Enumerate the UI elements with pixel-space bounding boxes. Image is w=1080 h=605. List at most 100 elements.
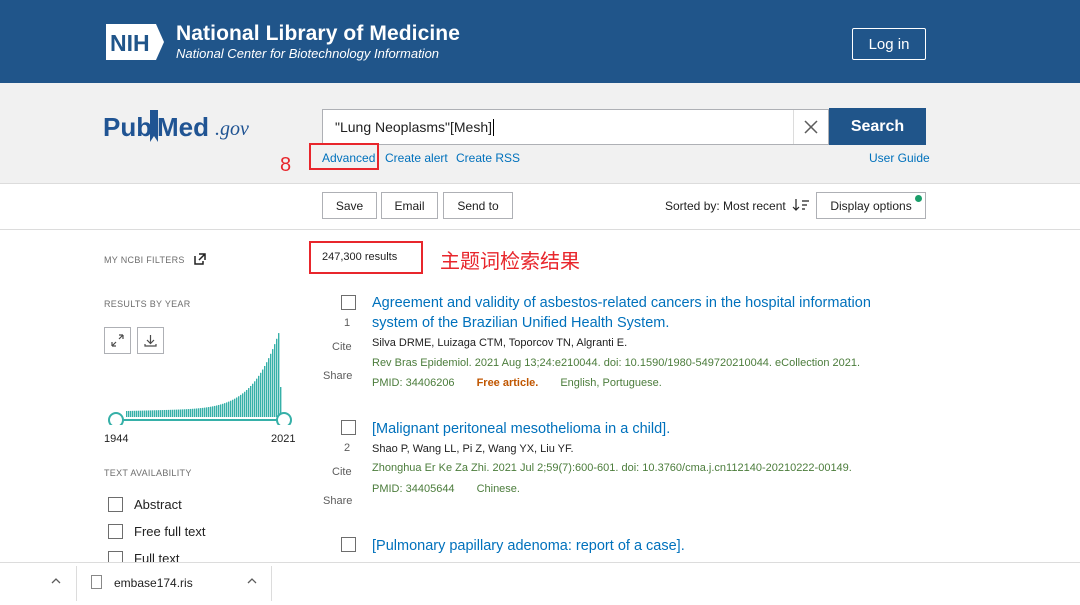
timeline-start-handle[interactable] [108,412,124,425]
histogram-bar [178,409,180,417]
search-input[interactable]: "Lung Neoplasms"[Mesh] [322,109,829,145]
create-rss-link[interactable]: Create RSS [456,151,520,165]
histogram-bar [240,394,242,417]
histogram-bar [230,400,232,417]
histogram-bar [180,409,182,417]
advanced-highlight-box [309,143,379,170]
result-2-share-button[interactable]: Share [323,495,352,507]
histogram-bar [144,410,146,417]
filter-label: Free full text [134,524,206,539]
histogram-bar [218,404,220,417]
histogram-bar [242,393,244,417]
login-button[interactable]: Log in [852,28,926,60]
result-1-meta: PMID: 34406206 Free article. English, Po… [372,377,662,389]
pubmed-logo-med: Med [157,112,209,142]
result-3-checkbox[interactable] [341,537,356,552]
create-alert-link[interactable]: Create alert [385,151,448,165]
histogram-bar [128,410,130,417]
histogram-bar [136,410,138,417]
histogram-bars [126,333,282,417]
result-2-checkbox[interactable] [341,420,356,435]
result-3-title[interactable]: [Pulmonary papillary adenoma: report of … [372,536,912,556]
filter-free-full-text[interactable]: Free full text [108,524,206,539]
histogram-bar [156,410,158,417]
histogram-bar [198,408,200,417]
histogram-bar [246,389,248,417]
histogram-bar [280,387,282,417]
my-ncbi-filters-heading[interactable]: MY NCBI FILTERS [104,253,206,265]
pubmed-logo[interactable]: Pub Med .gov [103,108,263,148]
results-annotation: 主题词检索结果 [440,249,580,273]
result-1-title-line1[interactable]: Agreement and validity of asbestos-relat… [372,293,912,313]
result-2-cite-button[interactable]: Cite [332,466,352,478]
nlm-title[interactable]: National Library of Medicine [176,22,460,46]
histogram-bar [126,411,128,417]
histogram-bar [196,408,198,417]
histogram-bar [148,410,150,417]
histogram-bar [210,406,212,417]
search-button[interactable]: Search [829,108,926,145]
histogram-bar [176,409,178,417]
display-options-button[interactable]: Display options [816,192,926,219]
results-by-year-heading: RESULTS BY YEAR [104,299,191,309]
save-button[interactable]: Save [322,192,377,219]
histogram-bar [272,349,274,417]
histogram-bar [254,381,256,417]
download-divider [271,566,272,601]
histogram-bar [224,403,226,417]
histogram-bar [188,409,190,417]
results-by-year-histogram[interactable] [104,325,294,425]
histogram-bar [186,409,188,417]
search-query-text: "Lung Neoplasms"[Mesh] [335,119,493,135]
result-2-title[interactable]: [Malignant peritoneal mesothelioma in a … [372,419,912,439]
histogram-bar [232,399,234,417]
send-to-button[interactable]: Send to [443,192,513,219]
year-end-label: 2021 [271,433,296,445]
result-2-authors: Shao P, Wang LL, Pi Z, Wang YX, Liu YF. [372,443,574,455]
result-2-number: 2 [344,442,351,454]
text-caret [493,118,495,136]
histogram-bar [244,391,246,417]
user-guide-link[interactable]: User Guide [869,151,930,165]
result-1-share-button[interactable]: Share [323,370,352,382]
histogram-bar [158,410,160,417]
histogram-bar [258,375,260,417]
download-options-chevron-icon[interactable] [247,572,257,587]
result-1-checkbox[interactable] [341,295,356,310]
sort-selector[interactable]: Sorted by: Most recent [665,198,810,213]
result-1-title-line2[interactable]: system of the Brazilian Unified Health S… [372,313,912,333]
histogram-bar [132,410,134,417]
close-icon [804,120,818,134]
histogram-bar [182,409,184,417]
histogram-bar [214,405,216,417]
histogram-bar [226,402,228,417]
histogram-bar [172,409,174,417]
filter-abstract[interactable]: Abstract [108,497,182,512]
result-1-journal: Rev Bras Epidemiol. 2021 Aug 13;24:e2100… [372,357,861,369]
histogram-bar [252,383,254,417]
histogram-bar [134,410,136,417]
clear-search-button[interactable] [793,110,828,144]
download-filename[interactable]: embase174.ris [114,576,193,590]
histogram-bar [170,409,172,417]
result-2-meta: PMID: 34405644 Chinese. [372,483,520,495]
histogram-bar [150,410,152,417]
histogram-bar [164,409,166,417]
timeline-end-handle[interactable] [276,412,292,425]
result-1-free-article: Free article. [476,377,539,389]
result-1-number: 1 [344,317,351,329]
histogram-bar [266,362,268,417]
checkbox[interactable] [108,497,123,512]
result-1-cite-button[interactable]: Cite [332,341,352,353]
email-button[interactable]: Email [381,192,438,219]
checkbox[interactable] [108,524,123,539]
histogram-bar [250,385,252,417]
nih-logo[interactable]: NIH [104,22,166,62]
histogram-bar [194,408,196,417]
histogram-bar [262,369,264,417]
histogram-bar [222,403,224,417]
chevron-up-icon[interactable] [51,572,61,587]
histogram-bar [234,398,236,417]
result-1-authors: Silva DRME, Luizaga CTM, Toporcov TN, Al… [372,337,628,349]
histogram-bar [140,410,142,417]
